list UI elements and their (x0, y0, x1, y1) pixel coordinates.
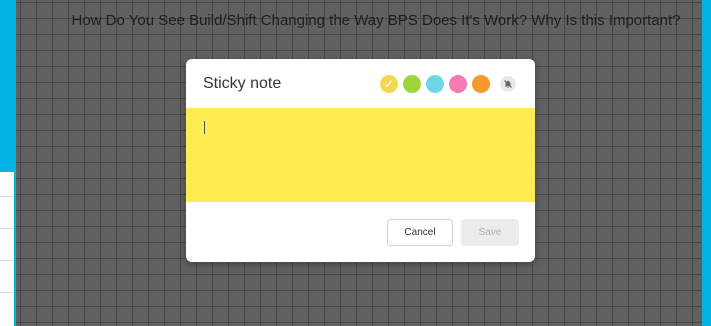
note-text-area[interactable] (186, 108, 535, 202)
color-swatch-cyan[interactable] (426, 75, 444, 93)
color-swatch-green[interactable] (403, 75, 421, 93)
board-title: How Do You See Build/Shift Changing the … (71, 12, 681, 29)
checkmark-icon: ✓ (383, 77, 395, 91)
color-swatch-orange[interactable] (472, 75, 490, 93)
color-swatch-yellow[interactable]: ✓ (380, 75, 398, 93)
text-cursor (204, 121, 205, 134)
background-document-strip (0, 172, 14, 326)
save-button[interactable]: Save (461, 219, 519, 246)
color-swatch-pink[interactable] (449, 75, 467, 93)
cancel-button[interactable]: Cancel (387, 219, 453, 246)
sticky-note-dialog: Sticky note ✓ Cancel Save (186, 59, 535, 262)
mute-icon[interactable] (500, 76, 516, 92)
dialog-title: Sticky note (203, 75, 282, 92)
